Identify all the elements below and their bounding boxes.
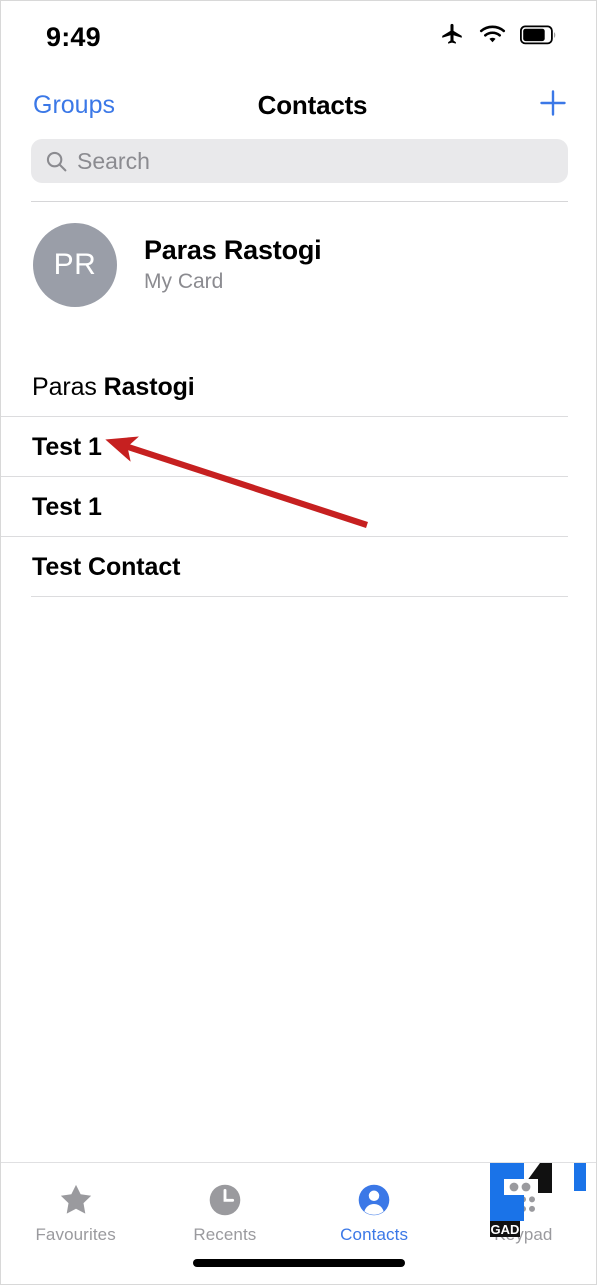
tab-label: Contacts — [340, 1225, 409, 1244]
contact-name: Test 1 — [32, 433, 102, 462]
contact-row-test-1-b[interactable]: Test 1 — [1, 477, 596, 537]
avatar: PR — [33, 223, 117, 307]
tab-keypad[interactable]: Keypad — [449, 1181, 596, 1245]
plus-icon[interactable] — [536, 86, 570, 125]
contact-row-test-contact[interactable]: Test Contact — [1, 537, 596, 597]
navigation-bar: Groups Contacts — [1, 79, 596, 131]
my-card-text: Paras Rastogi My Card — [144, 235, 322, 294]
contact-last-name: Test 1 — [32, 492, 102, 521]
contact-row-test-1-a[interactable]: Test 1 — [1, 417, 596, 477]
contact-last-name: Test 1 — [32, 432, 102, 461]
tab-favourites[interactable]: Favourites — [1, 1181, 150, 1245]
search-icon — [45, 150, 68, 173]
star-icon[interactable] — [58, 1181, 94, 1219]
contact-name: Test Contact — [32, 553, 180, 582]
contact-list: Paras Rastogi Test 1 Test 1 Test Contact — [1, 357, 596, 597]
tab-contacts[interactable]: Contacts — [300, 1181, 449, 1245]
search-bar[interactable] — [31, 139, 568, 183]
contact-name: Test 1 — [32, 493, 102, 522]
wifi-icon — [479, 24, 506, 51]
my-card-subtitle: My Card — [144, 270, 224, 294]
status-bar: 9:49 — [1, 1, 596, 73]
row-divider — [31, 596, 568, 597]
home-indicator[interactable] — [192, 1259, 405, 1267]
contact-first-name: Paras — [32, 372, 104, 401]
iphone-screen: 9:49 Groups Contacts Search PR Paras Ras… — [0, 0, 597, 1285]
clock-icon[interactable] — [207, 1181, 243, 1219]
tab-label: Favourites — [35, 1225, 116, 1244]
battery-icon — [519, 24, 558, 50]
search-input[interactable] — [77, 147, 554, 175]
contact-row-paras-rastogi[interactable]: Paras Rastogi — [1, 357, 596, 417]
add-contact-button[interactable] — [510, 86, 570, 125]
contact-last-name: Rastogi — [103, 372, 195, 401]
tab-label: Keypad — [494, 1225, 553, 1244]
my-card-name: Paras Rastogi — [144, 235, 322, 266]
airplane-mode-icon — [439, 22, 465, 53]
my-card-row[interactable]: PR Paras Rastogi My Card — [33, 221, 553, 309]
divider-below-search — [31, 201, 568, 202]
page-title: Contacts — [257, 89, 368, 120]
avatar-initials: PR — [53, 248, 97, 281]
annotation-arrow — [105, 436, 368, 528]
contact-name: Paras Rastogi — [32, 373, 195, 402]
keypad-icon[interactable] — [505, 1181, 541, 1219]
person-circle-icon[interactable] — [356, 1181, 392, 1219]
tab-label: Recents — [193, 1225, 257, 1244]
groups-button[interactable]: Groups — [33, 91, 115, 120]
tab-recents[interactable]: Recents — [150, 1181, 299, 1245]
status-bar-time: 9:49 — [46, 21, 101, 52]
status-bar-icons — [439, 22, 558, 53]
contact-last-name: Test Contact — [32, 552, 181, 581]
